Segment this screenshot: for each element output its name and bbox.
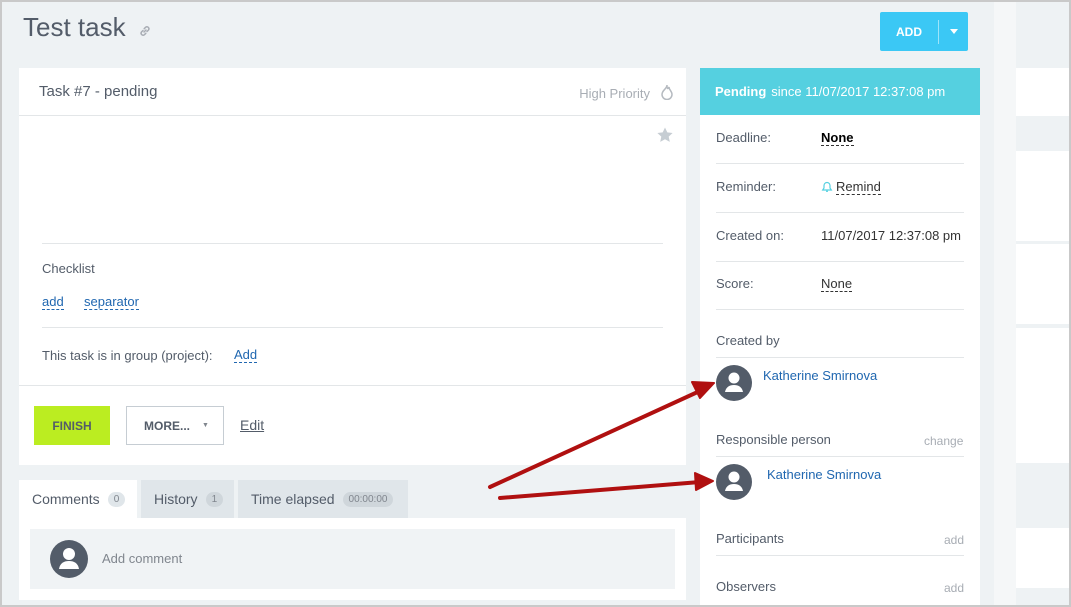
responsible-name[interactable]: Katherine Smirnova xyxy=(767,467,881,482)
deadline-value[interactable]: None xyxy=(821,130,854,146)
finish-button[interactable]: FINISH xyxy=(34,406,110,445)
tab-time-elapsed[interactable]: Time elapsed 00:00:00 xyxy=(238,480,408,518)
avatar[interactable] xyxy=(716,464,752,500)
priority-label[interactable]: High Priority xyxy=(579,86,650,101)
reminder-label: Reminder: xyxy=(716,179,776,194)
flame-icon[interactable] xyxy=(661,84,673,105)
checklist-label: Checklist xyxy=(42,261,95,276)
observers-label: Observers xyxy=(716,579,776,594)
add-button-label[interactable]: ADD xyxy=(880,25,938,39)
tab-comments[interactable]: Comments 0 xyxy=(19,480,137,518)
remind-link[interactable]: Remind xyxy=(836,179,881,195)
score-label: Score: xyxy=(716,276,754,291)
link-icon[interactable] xyxy=(138,24,152,38)
participants-label: Participants xyxy=(716,531,784,546)
status-since: since 11/07/2017 12:37:08 pm xyxy=(771,84,946,99)
task-header: Task #7 - pending High Priority xyxy=(19,68,686,116)
avatar xyxy=(50,540,88,578)
divider xyxy=(716,261,964,262)
tab-count-badge: 0 xyxy=(107,491,126,507)
score-value[interactable]: None xyxy=(821,276,853,292)
edit-link[interactable]: Edit xyxy=(240,417,264,433)
more-button[interactable]: MORE... ▼ xyxy=(126,406,224,445)
divider xyxy=(716,357,964,358)
created-by-name[interactable]: Katherine Smirnova xyxy=(763,368,877,383)
scroll-gutter xyxy=(994,2,1016,605)
comment-placeholder[interactable]: Add comment xyxy=(102,551,182,566)
deadline-label: Deadline: xyxy=(716,130,771,145)
divider xyxy=(716,456,964,457)
tab-label[interactable]: History xyxy=(154,491,198,507)
divider xyxy=(19,385,686,386)
group-add-link[interactable]: Add xyxy=(234,348,258,363)
observers-add-link[interactable]: add xyxy=(944,581,964,595)
divider xyxy=(716,212,964,213)
responsible-change-link[interactable]: change xyxy=(924,434,963,448)
status-bar: Pending since 11/07/2017 12:37:08 pm xyxy=(700,68,980,115)
annotation-arrow xyxy=(498,480,702,500)
tab-count-badge: 00:00:00 xyxy=(342,491,394,507)
background-panel xyxy=(1016,2,1069,605)
created-on-value: 11/07/2017 12:37:08 pm xyxy=(821,228,961,243)
avatar[interactable] xyxy=(716,365,752,401)
star-icon[interactable] xyxy=(657,127,673,148)
task-header-title: Task #7 - pending xyxy=(39,83,158,100)
add-button[interactable]: ADD xyxy=(880,12,968,51)
chevron-down-icon[interactable]: ▼ xyxy=(202,422,209,429)
status-label: Pending xyxy=(715,84,767,99)
created-by-label: Created by xyxy=(716,333,780,348)
more-button-label[interactable]: MORE... xyxy=(144,419,190,433)
bell-icon[interactable] xyxy=(821,181,833,193)
comments-panel: Add comment xyxy=(19,518,686,600)
window: Test task ADD Task #7 - pending High Pri… xyxy=(0,0,1071,607)
divider xyxy=(716,555,964,556)
task-sidebar: Pending since 11/07/2017 12:37:08 pm Dea… xyxy=(700,68,980,605)
divider xyxy=(42,243,663,244)
group-label: This task is in group (project): xyxy=(42,348,213,363)
divider xyxy=(42,327,663,328)
tab-label[interactable]: Time elapsed xyxy=(251,491,335,507)
chevron-down-icon[interactable] xyxy=(939,29,968,34)
comment-input[interactable]: Add comment xyxy=(30,529,675,589)
created-on-label: Created on: xyxy=(716,228,784,243)
responsible-label: Responsible person xyxy=(716,432,831,447)
tab-label[interactable]: Comments xyxy=(32,491,100,507)
task-card: Task #7 - pending High Priority Checklis… xyxy=(19,68,686,465)
divider xyxy=(716,309,964,310)
reminder-control[interactable]: Remind xyxy=(821,179,881,195)
checklist-add-link[interactable]: add xyxy=(42,295,64,310)
tab-history[interactable]: History 1 xyxy=(141,480,234,518)
page-title: Test task xyxy=(23,12,126,42)
checklist-separator-link[interactable]: separator xyxy=(84,295,139,310)
participants-add-link[interactable]: add xyxy=(944,533,964,547)
tab-count-badge: 1 xyxy=(205,491,224,507)
divider xyxy=(716,163,964,164)
